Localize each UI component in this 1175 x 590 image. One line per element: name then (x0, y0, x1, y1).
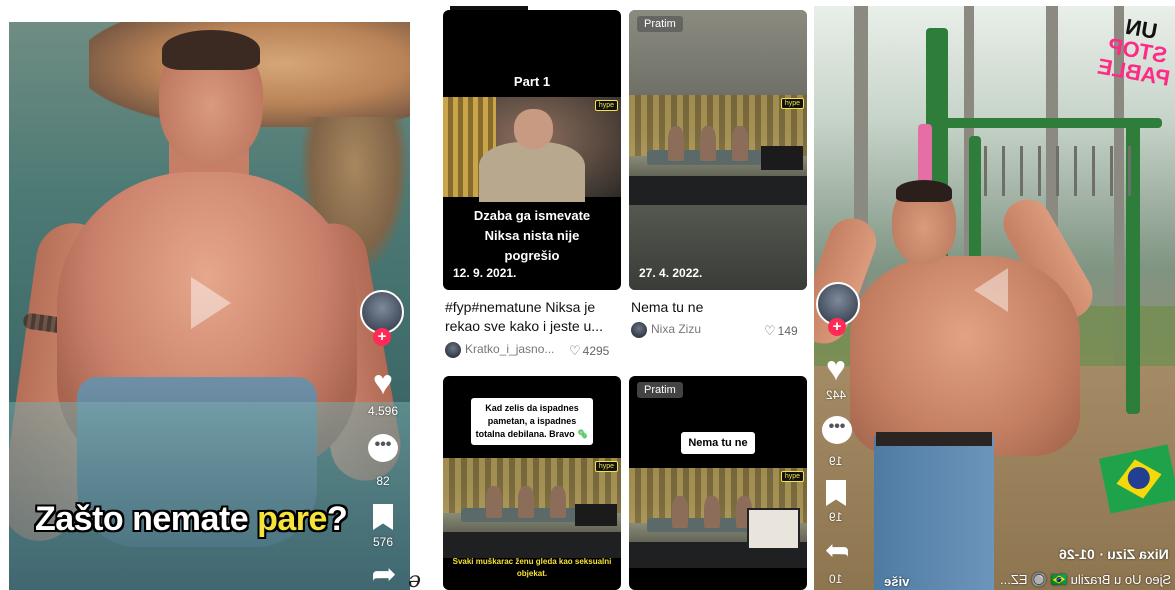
comment-count: 82 (376, 474, 390, 488)
share-arrow-icon[interactable]: ➦ (367, 560, 401, 590)
video-caption: Zašto nemate pare? (35, 500, 348, 538)
water-overlay (9, 402, 410, 590)
hype-logo: hype (594, 100, 618, 111)
card-overlay-text: Kad zelis da ispadnes pametan, a ispadne… (471, 398, 593, 445)
left-video-player[interactable]: Zašto nemate pare? + ♥ 4.596 ••• 82 576 … (9, 22, 410, 590)
share-count: 10 (829, 572, 843, 586)
card-overlay-text: Nema tu ne (681, 432, 755, 454)
save-count: 19 (829, 510, 843, 524)
comment-count: 19 (829, 454, 843, 468)
person-belt (876, 432, 992, 446)
comment-bubble-icon[interactable]: ••• (368, 434, 398, 462)
share-arrow-icon[interactable]: ➦ (820, 534, 854, 567)
author-line[interactable]: Nixa Zizu · 01-26 (1059, 546, 1169, 562)
person-hair (162, 30, 260, 70)
card-2-thumbnail: hype (629, 95, 807, 205)
card-3-thumbnail: hype (443, 458, 621, 558)
card-overlay-text: Dzaba ga ismevate Niksa nista nije pogre… (473, 208, 591, 263)
stray-glyph: ə (408, 568, 422, 590)
video-description: Sjeo Uo u Brazilu 🇧🇷 🔘 EZ... (999, 572, 1171, 587)
play-icon[interactable] (191, 277, 231, 329)
card-bottom-subtitle: Svaki muškarac ženu gleda kao seksualni … (452, 557, 612, 578)
author-avatar (445, 342, 461, 358)
card-1-author[interactable]: Kratko_i_jasno... (445, 342, 554, 358)
like-heart-icon[interactable]: ♥ (818, 352, 854, 386)
hype-logo: hype (780, 471, 804, 482)
card-part-label: Part 1 (513, 74, 551, 89)
follow-plus-icon[interactable]: + (828, 318, 846, 336)
person-torso (850, 256, 1080, 456)
comment-bubble-icon[interactable]: ••• (822, 416, 852, 444)
like-count: 442 (825, 388, 847, 402)
play-icon[interactable] (974, 268, 1008, 312)
card-1-thumbnail: hype (443, 97, 621, 202)
save-count: 576 (372, 535, 394, 549)
unstoppable-sticker: UN STOP PABLE (1095, 13, 1172, 91)
following-badge: Pratim (637, 382, 683, 398)
caption-highlight: pare (257, 500, 327, 538)
pink-cloth (918, 124, 932, 184)
card-2-likes: ♡ 149 (764, 323, 798, 338)
card-2-author[interactable]: Nixa Zizu (631, 322, 701, 338)
follow-plus-icon[interactable]: + (373, 328, 391, 346)
card-date: 12. 9. 2021. (453, 266, 517, 280)
more-link[interactable]: više (884, 574, 909, 589)
card-4-thumbnail: hype (629, 468, 807, 568)
grid-card-2[interactable]: Pratim hype 27. 4. 2022. (629, 10, 807, 290)
person-jeans (874, 436, 994, 590)
heart-outline-icon: ♡ (569, 343, 581, 358)
right-video-player[interactable]: UN STOP PABLE + ♥ 442 ••• 19 19 ➦ 10 Nix… (814, 6, 1175, 590)
heart-outline-icon: ♡ (764, 323, 776, 338)
grid-card-4[interactable]: Pratim Nema tu ne hype (629, 376, 807, 590)
card-1-likes: ♡ 4295 (569, 343, 610, 358)
grid-card-3[interactable]: Kad zelis da ispadnes pametan, a ispadne… (443, 376, 621, 590)
like-heart-icon[interactable]: ♥ (365, 366, 401, 400)
grid-card-1[interactable]: Part 1 hype Dzaba ga ismevate Niksa nist… (443, 10, 621, 290)
hype-logo: hype (780, 98, 804, 109)
card-date: 27. 4. 2022. (639, 266, 703, 280)
author-avatar (631, 322, 647, 338)
hype-logo: hype (594, 461, 618, 472)
person-hair (896, 180, 952, 202)
card-1-title[interactable]: #fyp#nematune Niksa je rekao sve kako i … (445, 298, 620, 336)
card-2-title[interactable]: Nema tu ne (631, 298, 806, 317)
following-badge: Pratim (637, 16, 683, 32)
like-count: 4.596 (367, 404, 399, 418)
